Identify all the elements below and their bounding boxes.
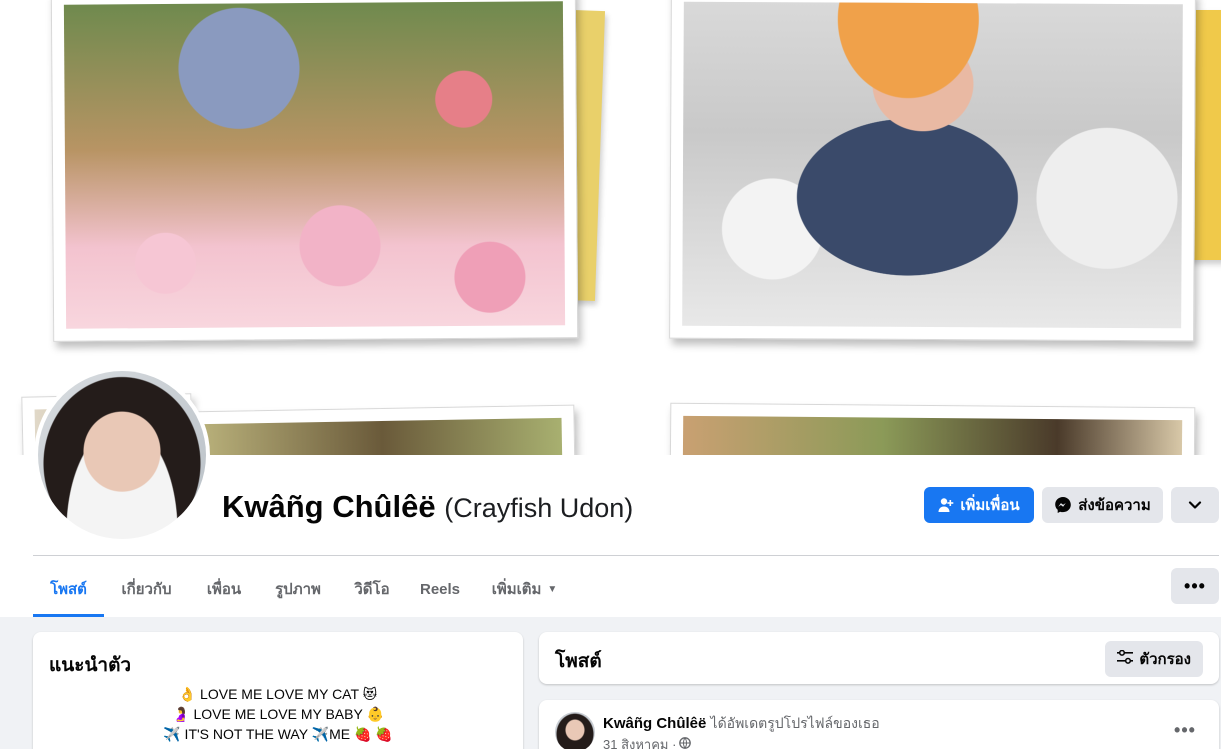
tab-label: เพิ่มเติม: [491, 581, 542, 598]
cover-photo[interactable]: [0, 0, 1221, 455]
profile-options-button[interactable]: [1171, 487, 1219, 523]
caret-down-icon: ▼: [547, 583, 558, 595]
intro-card: แนะนำตัว 👌 LOVE ME LOVE MY CAT 😻 🤰 LOVE …: [33, 632, 523, 749]
more-dots-icon: •••: [1174, 719, 1196, 740]
add-friend-label: เพิ่มเพื่อน: [960, 497, 1020, 514]
intro-bio: 👌 LOVE ME LOVE MY CAT 😻 🤰 LOVE ME LOVE M…: [33, 684, 523, 744]
post-author-name[interactable]: Kwâñg Chûlêë: [603, 715, 706, 732]
post-header: Kwâñg Chûlêë ได้อัพเดตรูปโปรไฟล์ของเธอ: [603, 713, 880, 735]
tab-label: วิดีโอ: [354, 581, 390, 598]
tab-label: Reels: [419, 580, 461, 598]
tab-label: เพื่อน: [206, 581, 242, 598]
messenger-icon: [1054, 496, 1072, 514]
tab-label: รูปภาพ: [275, 581, 321, 598]
post-date[interactable]: 31 สิงหาคม ·: [603, 734, 676, 749]
post-card: Kwâñg Chûlêë ได้อัพเดตรูปโปรไฟล์ของเธอ 3…: [539, 700, 1219, 749]
chevron-down-icon: [1188, 500, 1202, 510]
post-meta: 31 สิงหาคม ·: [603, 734, 692, 749]
post-author-avatar[interactable]: [555, 712, 595, 749]
intro-title: แนะนำตัว: [49, 655, 132, 676]
posts-title: โพสต์: [555, 651, 602, 672]
filter-label: ตัวกรอง: [1139, 651, 1191, 668]
bio-line: ✈️ IT'S NOT THE WAY ✈️ME 🍓 🍓: [163, 726, 393, 742]
cover-collage-photo-2: [669, 0, 1196, 342]
profile-name: Kwâñg Chûlêë (Crayfish Udon): [222, 487, 633, 528]
tab-friends[interactable]: เพื่อน: [193, 563, 255, 615]
post-action-text: ได้อัพเดตรูปโปรไฟล์ของเธอ: [710, 715, 880, 731]
filter-icon: [1117, 649, 1134, 668]
tab-reels[interactable]: Reels: [409, 563, 471, 615]
bio-line: 🤰 LOVE ME LOVE MY BABY 👶: [172, 706, 384, 722]
more-dots-icon: •••: [1184, 575, 1206, 596]
profile-avatar[interactable]: [34, 367, 210, 543]
tab-label: เกี่ยวกับ: [121, 581, 172, 598]
send-message-label: ส่งข้อความ: [1078, 497, 1151, 514]
tab-options-button[interactable]: •••: [1171, 568, 1219, 604]
cover-collage-photo-1: [50, 0, 579, 342]
bio-line: 👌 LOVE ME LOVE MY CAT 😻: [178, 686, 378, 702]
tab-videos[interactable]: วิดีโอ: [341, 563, 403, 615]
header-divider: [33, 555, 1219, 556]
globe-icon: [679, 737, 692, 749]
profile-alt-name: (Crayfish Udon): [444, 493, 634, 523]
cover-collage-photo-3: [189, 404, 576, 455]
tab-about[interactable]: เกี่ยวกับ: [106, 563, 187, 615]
tab-more[interactable]: เพิ่มเติม ▼: [477, 563, 572, 615]
post-options-button[interactable]: •••: [1167, 712, 1203, 748]
posts-header-card: โพสต์ ตัวกรอง: [539, 632, 1219, 684]
tab-photos[interactable]: รูปภาพ: [261, 563, 335, 615]
add-friend-button[interactable]: เพิ่มเพื่อน: [924, 487, 1034, 523]
send-message-button[interactable]: ส่งข้อความ: [1042, 487, 1163, 523]
add-friend-icon: [938, 497, 954, 513]
tab-label: โพสต์: [50, 581, 87, 598]
tab-posts[interactable]: โพสต์: [33, 563, 104, 617]
cover-collage-photo-4: [669, 402, 1196, 455]
filter-button[interactable]: ตัวกรอง: [1105, 641, 1203, 677]
profile-display-name: Kwâñg Chûlêë: [222, 489, 436, 524]
